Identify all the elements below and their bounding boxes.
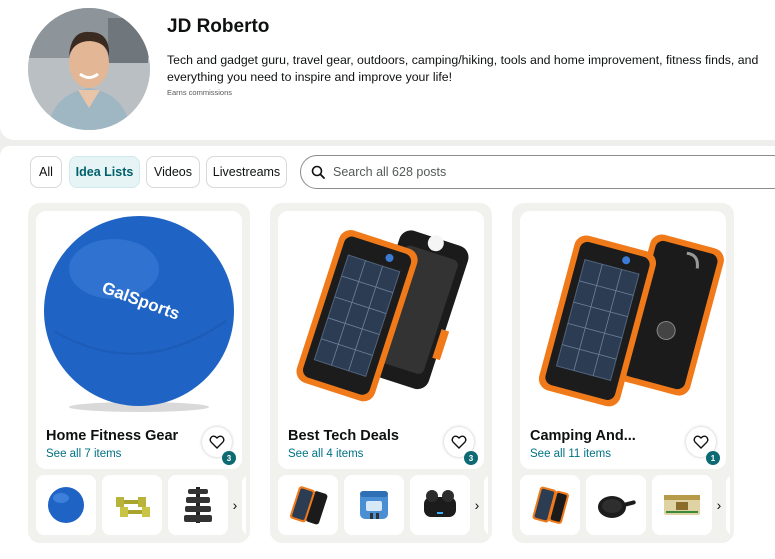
thumbnail[interactable] — [520, 475, 580, 535]
tab-videos[interactable]: Videos — [146, 156, 200, 188]
idea-list-card[interactable]: GalSports Home Fitness Gear See all 7 it… — [28, 203, 250, 543]
earns-commissions-note: Earns commissions — [167, 88, 233, 97]
thumbnail-strip: › — [520, 475, 730, 537]
exercise-ball-thumb-icon — [48, 487, 84, 523]
solar-power-bank-image — [538, 234, 724, 407]
thumbnail[interactable] — [484, 475, 488, 535]
thumbnail-strip: › — [36, 475, 246, 537]
power-bank-thumb-icon — [532, 486, 569, 524]
tab-livestreams[interactable]: Livestreams — [206, 156, 287, 188]
tab-idea-lists[interactable]: Idea Lists — [69, 156, 140, 188]
card-title[interactable]: Best Tech Deals — [288, 428, 399, 444]
see-all-link[interactable]: See all 4 items — [288, 448, 363, 460]
thumbnail[interactable] — [242, 475, 246, 535]
chevron-right-icon[interactable]: › — [712, 495, 726, 515]
thumbnail[interactable] — [586, 475, 646, 535]
power-bank-thumb-icon — [289, 486, 328, 525]
search-icon — [311, 165, 325, 179]
idea-list-feed: GalSports Home Fitness Gear See all 7 it… — [0, 200, 775, 559]
earbuds-thumb-icon — [424, 490, 456, 517]
thumbnail[interactable] — [102, 475, 162, 535]
heart-icon — [209, 435, 225, 449]
travel-adapter-thumb-icon — [360, 491, 388, 519]
card-main[interactable]: GalSports Home Fitness Gear See all 7 it… — [36, 211, 242, 469]
profile-header: JD Roberto Tech and gadget guru, travel … — [0, 0, 775, 140]
thumbnail-strip: › — [278, 475, 488, 537]
tab-all[interactable]: All — [30, 156, 62, 188]
exercise-ball-image: GalSports — [44, 216, 234, 412]
skillet-thumb-icon — [598, 496, 636, 518]
thumbnail[interactable] — [168, 475, 228, 535]
heart-icon — [451, 435, 467, 449]
ration-box-thumb-icon — [664, 495, 700, 515]
item-count-badge: 3 — [222, 451, 236, 465]
see-all-link[interactable]: See all 7 items — [46, 448, 121, 460]
card-main[interactable]: Camping And... See all 11 items 1 — [520, 211, 726, 469]
profile-bio: Tech and gadget guru, travel gear, outdo… — [167, 53, 759, 84]
dumbbells-thumb-icon — [116, 497, 150, 517]
avatar[interactable] — [28, 8, 150, 130]
search-input[interactable] — [333, 165, 753, 179]
thumbnail[interactable] — [278, 475, 338, 535]
chevron-right-icon[interactable]: › — [228, 495, 242, 515]
thumbnail[interactable] — [726, 475, 730, 535]
item-count-badge: 3 — [464, 451, 478, 465]
card-main[interactable]: Best Tech Deals See all 4 items 3 — [278, 211, 484, 469]
idea-list-card[interactable]: Camping And... See all 11 items 1 › — [512, 203, 734, 543]
item-count-badge: 1 — [706, 451, 720, 465]
heart-icon — [693, 435, 709, 449]
dumbbell-rack-thumb-icon — [184, 487, 212, 523]
thumbnail[interactable] — [652, 475, 712, 535]
search-box[interactable] — [300, 155, 775, 189]
solar-power-bank-image — [296, 230, 469, 402]
thumbnail[interactable] — [36, 475, 96, 535]
idea-list-card[interactable]: Best Tech Deals See all 4 items 3 › — [270, 203, 492, 543]
filter-bar: All Idea Lists Videos Livestreams — [0, 146, 775, 200]
card-title[interactable]: Camping And... — [530, 428, 636, 444]
thumbnail[interactable] — [344, 475, 404, 535]
chevron-right-icon[interactable]: › — [470, 495, 484, 515]
thumbnail[interactable] — [410, 475, 470, 535]
profile-name: JD Roberto — [167, 16, 270, 37]
see-all-link[interactable]: See all 11 items — [530, 448, 611, 460]
card-title[interactable]: Home Fitness Gear — [46, 428, 178, 444]
